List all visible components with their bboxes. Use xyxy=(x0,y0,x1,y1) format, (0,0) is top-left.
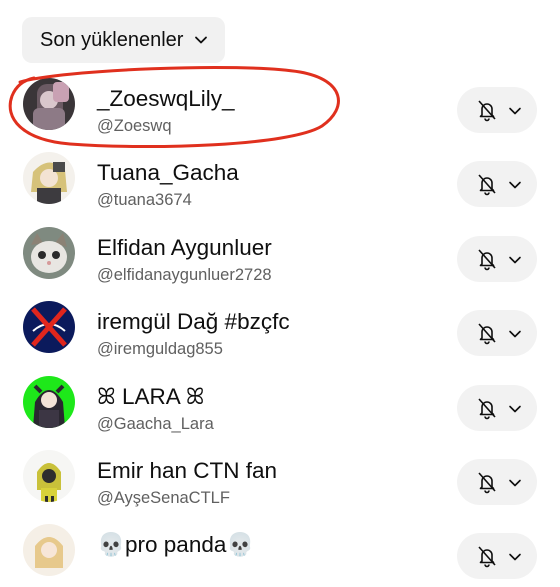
chevron-down-icon xyxy=(507,252,523,273)
channel-avatar[interactable] xyxy=(23,226,75,279)
channel-avatar[interactable] xyxy=(23,449,75,502)
channel-name[interactable]: Emir han CTN fan xyxy=(97,458,277,484)
bell-off-icon xyxy=(475,98,499,127)
channel-handle: @iremguldag855 xyxy=(97,340,223,359)
channel-row[interactable]: iremgül Dağ #bzçfc @iremguldag855 xyxy=(0,289,560,363)
bell-off-icon xyxy=(475,172,499,201)
channel-handle: @AyşeSenaCTLF xyxy=(97,488,230,507)
sort-label: Son yüklenenler xyxy=(40,28,184,51)
channel-handle: @tuana3674 xyxy=(97,191,192,210)
channel-avatar[interactable] xyxy=(23,78,75,130)
notification-toggle[interactable] xyxy=(457,235,537,282)
notification-toggle[interactable] xyxy=(457,87,537,133)
channel-name[interactable]: Elfidan Aygunluer xyxy=(97,235,272,261)
chevron-down-icon xyxy=(507,103,523,124)
sort-dropdown[interactable]: Son yüklenenler xyxy=(22,17,225,63)
channel-name[interactable]: Tuana_Gacha xyxy=(97,160,239,186)
channel-avatar[interactable] xyxy=(23,152,75,205)
chevron-down-icon xyxy=(193,31,209,54)
bell-off-icon xyxy=(475,544,499,573)
channel-name[interactable]: 💀pro panda💀 xyxy=(97,532,254,558)
channel-name[interactable]: iremgül Dağ #bzçfc xyxy=(97,309,290,335)
channel-handle: @elfidanaygunluer2728 xyxy=(97,265,272,284)
channel-row[interactable]: ꕤ LARA ꕤ @Gaacha_Lara xyxy=(0,364,560,438)
notification-toggle[interactable] xyxy=(457,310,537,357)
notification-toggle[interactable] xyxy=(457,533,537,580)
chevron-down-icon xyxy=(507,475,523,496)
channel-row[interactable]: Emir han CTN fan @AyşeSenaCTLF xyxy=(0,438,560,512)
bell-off-icon xyxy=(475,321,499,350)
channel-handle: @Zoeswq xyxy=(97,117,172,135)
channel-row[interactable]: Elfidan Aygunluer @elfidanaygunluer2728 xyxy=(0,215,560,289)
channel-avatar[interactable] xyxy=(23,375,75,428)
channel-avatar[interactable] xyxy=(23,301,75,354)
bell-off-icon xyxy=(475,247,499,276)
channel-row[interactable]: _ZoeswqLily_ @Zoeswq xyxy=(0,66,560,140)
channel-name[interactable]: ꕤ LARA ꕤ xyxy=(97,384,204,410)
bell-off-icon xyxy=(475,396,499,425)
channel-row[interactable]: 💀pro panda💀 xyxy=(0,512,560,586)
bell-off-icon xyxy=(475,470,499,499)
notification-toggle[interactable] xyxy=(457,458,537,505)
chevron-down-icon xyxy=(507,401,523,422)
channel-avatar[interactable] xyxy=(23,524,75,577)
chevron-down-icon xyxy=(507,177,523,198)
channel-row[interactable]: Tuana_Gacha @tuana3674 xyxy=(0,140,560,214)
subscription-list: _ZoeswqLily_ @Zoeswq Tuana_Gacha @tuana3… xyxy=(0,66,560,587)
channel-name[interactable]: _ZoeswqLily_ xyxy=(97,86,235,112)
notification-toggle[interactable] xyxy=(457,161,537,208)
notification-toggle[interactable] xyxy=(457,384,537,431)
channel-handle: @Gaacha_Lara xyxy=(97,414,214,433)
chevron-down-icon xyxy=(507,326,523,347)
